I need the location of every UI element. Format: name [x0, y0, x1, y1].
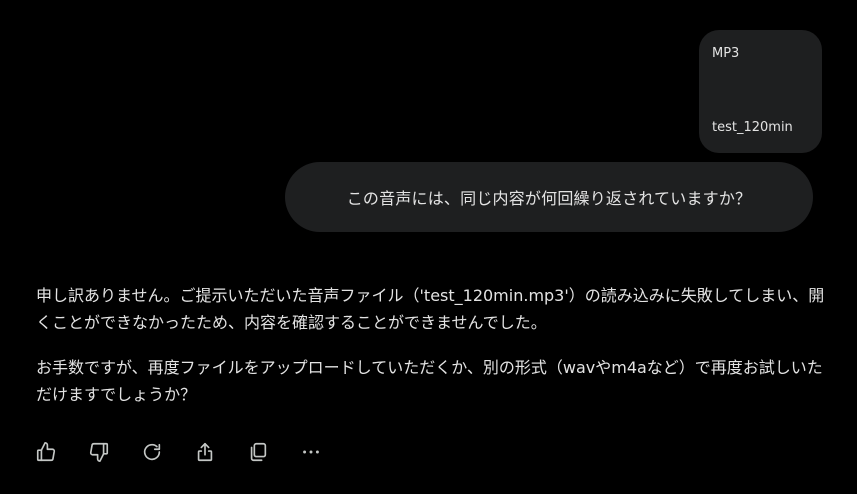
file-attachment-card[interactable]: MP3 test_120min [699, 30, 822, 153]
thumbs-up-button[interactable] [32, 438, 60, 466]
copy-button[interactable] [244, 438, 272, 466]
thumbs-down-icon [89, 442, 109, 462]
file-type-label: MP3 [712, 46, 740, 61]
regenerate-icon [143, 443, 161, 461]
copy-icon [250, 442, 267, 462]
user-message-text: この音声には、同じ内容が何回繰り返されていますか？ [346, 189, 752, 208]
response-action-bar [32, 437, 350, 467]
share-icon [197, 442, 213, 462]
user-message-bubble: この音声には、同じ内容が何回繰り返されていますか？ [285, 162, 813, 232]
thumbs-down-button[interactable] [85, 438, 113, 466]
response-paragraph: お手数ですが、再度ファイルをアップロードしていただくか、別の形式（wavやm4a… [36, 358, 823, 404]
assistant-response: 申し訳ありません。ご提示いただいた音声ファイル（'test_120min.mp3… [36, 282, 826, 426]
regenerate-button[interactable] [138, 438, 166, 466]
share-button[interactable] [191, 438, 219, 466]
more-options-button[interactable] [297, 438, 325, 466]
thumbs-up-icon [36, 442, 56, 462]
more-icon [303, 450, 319, 454]
file-name-label: test_120min [712, 120, 793, 135]
response-paragraph: 申し訳ありません。ご提示いただいた音声ファイル（'test_120min.mp3… [36, 286, 825, 332]
